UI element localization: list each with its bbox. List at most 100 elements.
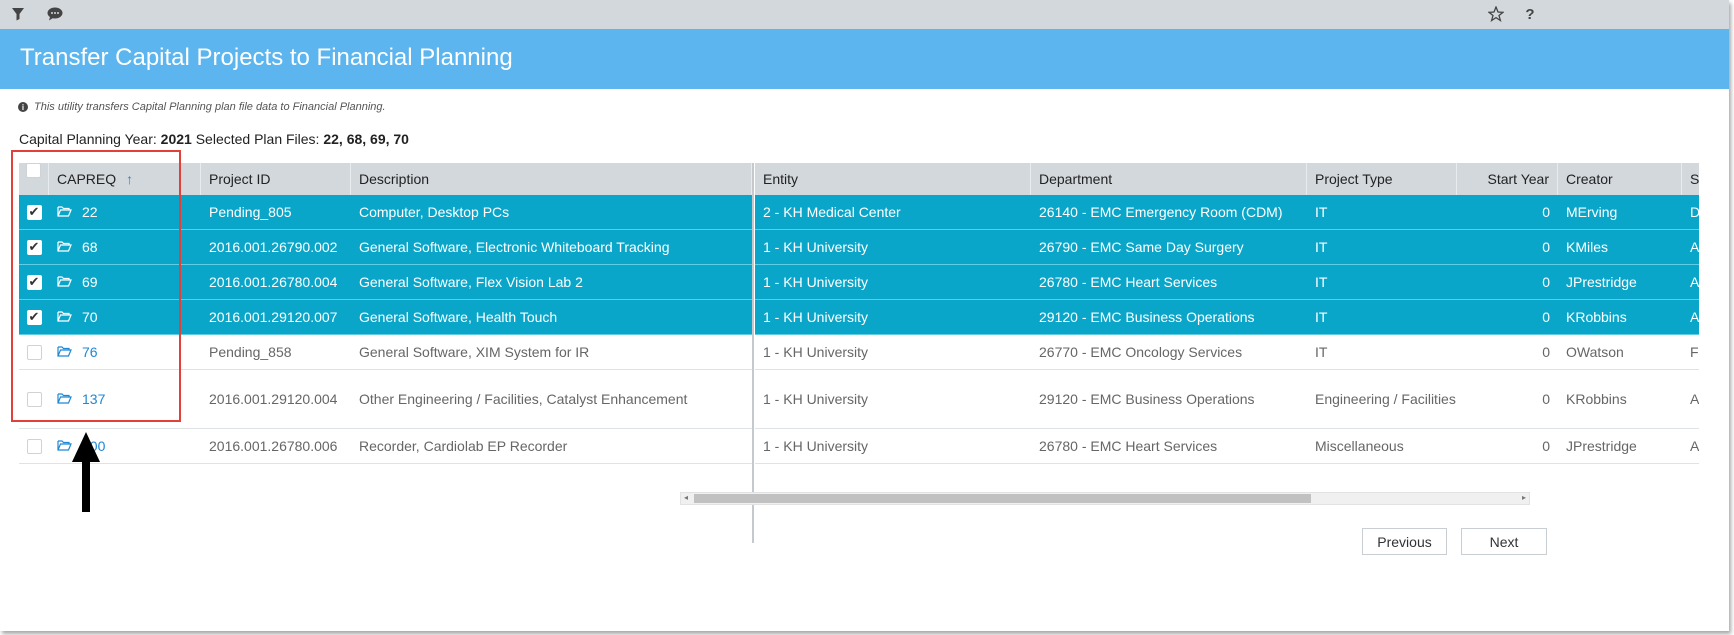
creator-cell: JPrestridge [1566,438,1637,454]
header-project-type[interactable]: Project Type [1307,163,1457,195]
next-column-cell: A [1690,391,1699,407]
table-row[interactable]: 2 - KH Medical Center 26140 - EMC Emergen… [755,195,1699,230]
header-creator[interactable]: Creator [1558,163,1682,195]
files-label: Selected Plan Files: [195,131,320,147]
project-id-cell: 2016.001.26780.006 [209,438,338,454]
creator-cell: JPrestridge [1566,274,1637,290]
next-column-cell: A [1690,309,1699,325]
start-year-cell: 0 [1542,309,1550,325]
previous-button[interactable]: Previous [1362,528,1447,555]
project-type-cell: Miscellaneous [1315,438,1404,454]
entity-cell: 1 - KH University [763,274,869,290]
project-id-cell: 2016.001.29120.004 [209,391,338,407]
table-row[interactable]: 200 2016.001.26780.006 Recorder, Cardiolab… [19,429,752,464]
grid-header-right: Entity Department Project Type Start Yea… [755,163,1699,195]
project-type-cell: IT [1315,274,1328,290]
next-column-cell: A [1690,438,1699,454]
next-column-cell: D [1690,204,1699,220]
table-row[interactable]: 1 - KH University 26780 - EMC Heart Servi… [755,429,1699,464]
next-column-cell: A [1690,239,1699,255]
header-entity[interactable]: Entity [755,163,1031,195]
table-row[interactable]: 1 - KH University 26790 - EMC Same Day Su… [755,230,1699,265]
entity-cell: 1 - KH University [763,309,869,325]
page-title: Transfer Capital Projects to Financial P… [20,44,513,71]
department-cell: 29120 - EMC Business Operations [1039,309,1255,325]
table-row[interactable]: 1 - KH University 26770 - EMC Oncology Se… [755,335,1699,370]
row-checkbox[interactable] [26,438,42,454]
description-cell: Recorder, Cardiolab EP Recorder [359,438,568,454]
header-start-year[interactable]: Start Year [1457,163,1558,195]
grid-scroll-pane: Entity Department Project Type Start Yea… [755,163,1699,464]
department-cell: 26780 - EMC Heart Services [1039,274,1218,290]
start-year-cell: 0 [1542,438,1550,454]
up-arrow-annotation [72,432,100,512]
department-cell: 26140 - EMC Emergency Room (CDM) [1039,204,1283,220]
horizontal-scrollbar[interactable]: ◂ ▸ [680,492,1530,505]
project-id-cell: Pending_858 [209,344,292,360]
year-label: Capital Planning Year: [19,131,157,147]
table-row[interactable]: 1 - KH University 29120 - EMC Business Op… [755,300,1699,335]
project-type-cell: Engineering / Facilities [1315,391,1456,407]
header-description[interactable]: Description [351,163,752,195]
filter-icon[interactable] [9,5,27,23]
comment-icon[interactable] [46,5,64,23]
start-year-cell: 0 [1542,239,1550,255]
header-project-id[interactable]: Project ID [201,163,351,195]
next-button[interactable]: Next [1461,528,1547,555]
start-year-cell: 0 [1542,204,1550,220]
creator-cell: MErving [1566,204,1618,220]
project-type-cell: IT [1315,344,1328,360]
star-icon[interactable] [1487,5,1505,23]
creator-cell: KRobbins [1566,391,1627,407]
start-year-cell: 0 [1542,391,1550,407]
description-cell: General Software, XIM System for IR [359,344,590,360]
header-next-column[interactable]: S [1682,163,1699,195]
info-text: This utility transfers Capital Planning … [34,101,386,113]
project-type-cell: IT [1315,309,1328,325]
entity-cell: 1 - KH University [763,239,869,255]
header-department[interactable]: Department [1031,163,1307,195]
department-cell: 26770 - EMC Oncology Services [1039,344,1243,360]
table-row[interactable]: 1 - KH University 29120 - EMC Business Op… [755,370,1699,429]
description-cell: General Software, Health Touch [359,309,558,325]
description-cell: General Software, Electronic Whiteboard … [359,239,670,255]
creator-cell: OWatson [1566,344,1624,360]
folder-open-icon[interactable] [57,439,72,454]
project-id-cell: Pending_805 [209,204,292,220]
department-cell: 29120 - EMC Business Operations [1039,391,1255,407]
project-id-cell: 2016.001.29120.007 [209,309,338,325]
next-column-cell: F [1690,344,1699,360]
title-bar: Transfer Capital Projects to Financial P… [0,29,1729,89]
next-column-cell: A [1690,274,1699,290]
pane-divider[interactable] [752,163,754,543]
project-type-cell: IT [1315,204,1328,220]
app-frame: ? Transfer Capital Projects to Financial… [0,0,1729,631]
project-id-cell: 2016.001.26780.004 [209,274,338,290]
scroll-right-icon[interactable]: ▸ [1522,493,1526,502]
department-cell: 26780 - EMC Heart Services [1039,438,1218,454]
entity-cell: 2 - KH Medical Center [763,204,901,220]
start-year-cell: 0 [1542,274,1550,290]
row-checkbox-cell [19,438,49,454]
info-icon: i [18,102,28,112]
entity-cell: 1 - KH University [763,344,869,360]
scroll-left-icon[interactable]: ◂ [684,493,688,502]
table-row[interactable]: 1 - KH University 26780 - EMC Heart Servi… [755,265,1699,300]
entity-cell: 1 - KH University [763,391,869,407]
project-type-cell: IT [1315,239,1328,255]
info-message: i This utility transfers Capital Plannin… [18,101,386,113]
department-cell: 26790 - EMC Same Day Surgery [1039,239,1244,255]
creator-cell: KMiles [1566,239,1609,255]
start-year-cell: 0 [1542,344,1550,360]
description-cell: Other Engineering / Facilities, Catalyst… [359,391,688,407]
help-icon[interactable]: ? [1521,5,1539,23]
project-id-cell: 2016.001.26790.002 [209,239,338,255]
top-toolbar: ? [0,0,1729,29]
capreq-highlight-box [11,150,181,422]
entity-cell: 1 - KH University [763,438,869,454]
description-cell: General Software, Flex Vision Lab 2 [359,274,583,290]
files-value: 22, 68, 69, 70 [323,131,409,147]
year-value: 2021 [160,131,192,147]
creator-cell: KRobbins [1566,309,1627,325]
scrollbar-thumb[interactable] [694,494,1311,503]
